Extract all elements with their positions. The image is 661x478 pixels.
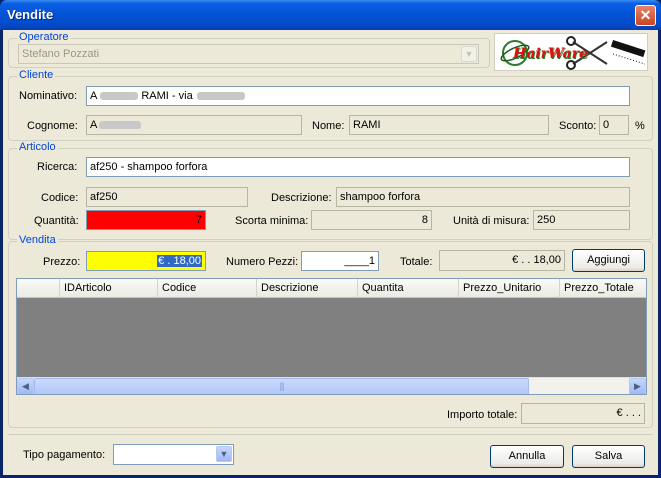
chevron-right-icon: ▶ bbox=[634, 381, 641, 391]
footer-separator bbox=[8, 434, 653, 435]
col-header-prezzo-totale[interactable]: Prezzo_Totale bbox=[559, 279, 646, 298]
ricerca-label: Ricerca: bbox=[37, 161, 78, 173]
sconto-field[interactable]: 0 bbox=[599, 115, 629, 135]
scroll-right-button[interactable]: ▶ bbox=[629, 378, 646, 394]
importo-totale-label: Importo totale: bbox=[447, 409, 518, 421]
close-icon: ✕ bbox=[639, 7, 652, 23]
prezzo-label: Prezzo: bbox=[43, 256, 81, 268]
unita-misura-field[interactable]: 250 bbox=[533, 210, 630, 230]
operatore-combo[interactable]: Stefano Pozzati ▼ bbox=[18, 44, 479, 64]
cognome-label: Cognome: bbox=[27, 120, 78, 132]
col-header-idarticolo[interactable]: IDArticolo bbox=[59, 279, 157, 298]
descrizione-field[interactable]: shampoo forfora bbox=[336, 187, 630, 207]
aggiungi-button[interactable]: Aggiungi bbox=[572, 249, 645, 272]
col-header-codice[interactable]: Codice bbox=[157, 279, 256, 298]
operatore-group-title: Operatore bbox=[17, 31, 71, 43]
codice-field[interactable]: af250 bbox=[86, 187, 248, 207]
annulla-button[interactable]: Annulla bbox=[490, 445, 564, 468]
tipo-pagamento-combo[interactable]: ▼ bbox=[113, 444, 234, 465]
logo-text: HairWare bbox=[513, 46, 588, 62]
prezzo-field[interactable]: € . 18,00 bbox=[86, 251, 206, 271]
nominativo-field[interactable]: A RAMI - via bbox=[86, 86, 630, 106]
sconto-label: Sconto: bbox=[559, 120, 597, 132]
window-client-area: Operatore Stefano Pozzati ▼ HairWare Cli… bbox=[3, 30, 658, 475]
cognome-field[interactable]: A bbox=[86, 115, 302, 135]
totale-field[interactable]: € . . 18,00 bbox=[439, 250, 565, 271]
redacted-text bbox=[100, 92, 139, 101]
chevron-down-icon: ▼ bbox=[461, 46, 477, 62]
nominativo-mid: RAMI - via bbox=[141, 90, 193, 102]
col-header-quantita[interactable]: Quantita bbox=[357, 279, 458, 298]
quantita-field[interactable]: 7 bbox=[86, 210, 206, 230]
importo-totale-field[interactable]: € . . . bbox=[521, 403, 645, 424]
window-title: Vendite bbox=[7, 7, 54, 22]
quantita-label: Quantità: bbox=[34, 215, 79, 227]
nome-label: Nome: bbox=[312, 120, 345, 132]
ricerca-field[interactable]: af250 - shampoo forfora bbox=[86, 157, 630, 177]
tipo-pagamento-label: Tipo pagamento: bbox=[23, 449, 106, 461]
articolo-group-title: Articolo bbox=[17, 141, 58, 153]
sconto-unit: % bbox=[635, 120, 645, 132]
scroll-thumb[interactable]: ||| bbox=[34, 378, 529, 394]
scorta-minima-label: Scorta minima: bbox=[235, 215, 309, 227]
nominativo-label: Nominativo: bbox=[19, 90, 78, 102]
nominativo-prefix: A bbox=[90, 90, 98, 102]
scroll-left-button[interactable]: ◀ bbox=[17, 378, 34, 394]
sales-window: Vendite ✕ Operatore Stefano Pozzati ▼ Ha… bbox=[0, 0, 661, 478]
scorta-minima-field[interactable]: 8 bbox=[311, 210, 432, 230]
cognome-prefix: A bbox=[90, 119, 98, 131]
numero-pezzi-field[interactable]: ____1 bbox=[301, 251, 379, 271]
title-bar[interactable]: Vendite ✕ bbox=[0, 0, 661, 30]
operatore-value: Stefano Pozzati bbox=[22, 48, 100, 60]
grid-header: IDArticolo Codice Descrizione Quantita P… bbox=[17, 279, 646, 298]
grid-row-header-corner bbox=[17, 279, 59, 298]
col-header-prezzo-unitario[interactable]: Prezzo_Unitario bbox=[458, 279, 559, 298]
totale-label: Totale: bbox=[400, 256, 433, 268]
salva-button[interactable]: Salva bbox=[572, 445, 645, 468]
close-button[interactable]: ✕ bbox=[635, 5, 656, 26]
chevron-left-icon: ◀ bbox=[22, 381, 29, 391]
hairware-logo: HairWare bbox=[494, 33, 648, 71]
vendita-grid[interactable]: IDArticolo Codice Descrizione Quantita P… bbox=[16, 278, 647, 395]
chevron-down-icon: ▼ bbox=[216, 446, 232, 462]
col-header-descrizione[interactable]: Descrizione bbox=[256, 279, 357, 298]
prezzo-value: € . 18,00 bbox=[157, 255, 202, 267]
vendita-group-title: Vendita bbox=[17, 234, 58, 246]
unita-misura-label: Unità di misura: bbox=[453, 215, 530, 227]
cliente-group-title: Cliente bbox=[17, 69, 56, 81]
redacted-text bbox=[99, 121, 142, 130]
nome-field[interactable]: RAMI bbox=[349, 115, 549, 135]
redacted-text bbox=[196, 92, 245, 101]
descrizione-label: Descrizione: bbox=[271, 192, 332, 204]
codice-label: Codice: bbox=[41, 192, 79, 204]
grid-horizontal-scrollbar[interactable]: ◀ ||| ▶ bbox=[17, 377, 646, 394]
numero-pezzi-label: Numero Pezzi: bbox=[226, 256, 299, 268]
